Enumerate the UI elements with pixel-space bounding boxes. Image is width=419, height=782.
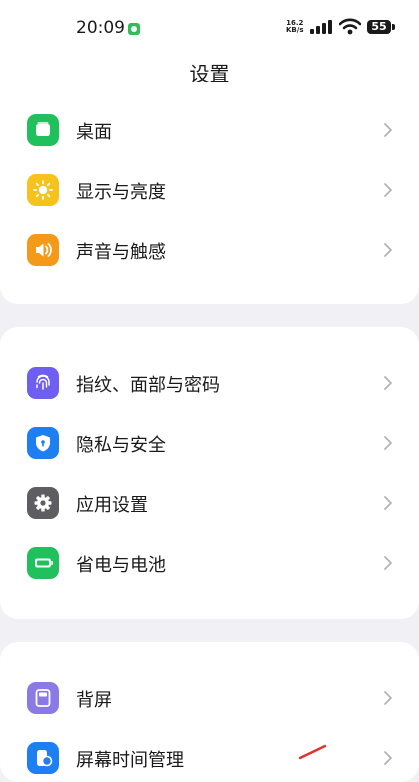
back-screen-icon: [27, 682, 59, 714]
settings-item-label: 桌面: [76, 122, 112, 143]
settings-item-display-brightness[interactable]: 显示与亮度: [0, 160, 419, 220]
desktop-icon: [27, 114, 59, 146]
screen-time-icon: [27, 742, 59, 774]
network-speed-unit: KB/s: [286, 26, 304, 34]
settings-item-app-settings[interactable]: 应用设置: [0, 473, 419, 533]
settings-item-back-screen[interactable]: 背屏: [0, 668, 419, 728]
chat-icon: [128, 23, 140, 35]
settings-item-screen-time[interactable]: 屏幕时间管理: [0, 728, 419, 782]
settings-item-label: 显示与亮度: [76, 182, 166, 203]
wifi-icon: [339, 18, 361, 35]
settings-item-label: 省电与电池: [76, 555, 166, 576]
red-annotation-arrow: [298, 744, 327, 760]
settings-item-label: 应用设置: [76, 495, 148, 516]
signal-icon: [310, 20, 332, 34]
settings-item-label: 声音与触感: [76, 242, 166, 263]
settings-item-label: 指纹、面部与密码: [76, 375, 220, 396]
chevron-right-icon: [384, 751, 392, 765]
sound-icon: [27, 234, 59, 266]
battery-icon: 55: [367, 20, 397, 34]
status-bar: 20:09 16.2 KB/s 55: [0, 0, 419, 56]
battery-level: 55: [367, 20, 391, 34]
settings-item-label: 屏幕时间管理: [76, 750, 184, 771]
chevron-right-icon: [384, 556, 392, 570]
settings-group-display: 桌面 显示与亮度 声音与触感: [0, 82, 419, 304]
settings-item-sound-haptics[interactable]: 声音与触感: [0, 220, 419, 280]
privacy-shield-icon: [27, 427, 59, 459]
chevron-right-icon: [384, 376, 392, 390]
chevron-right-icon: [384, 123, 392, 137]
fingerprint-icon: [27, 367, 59, 399]
settings-item-label: 隐私与安全: [76, 435, 166, 456]
chevron-right-icon: [384, 183, 392, 197]
settings-item-power-battery[interactable]: 省电与电池: [0, 533, 419, 593]
settings-item-label: 背屏: [76, 690, 112, 711]
settings-item-privacy-security[interactable]: 隐私与安全: [0, 413, 419, 473]
chevron-right-icon: [384, 436, 392, 450]
brightness-icon: [27, 174, 59, 206]
network-speed: 16.2 KB/s: [286, 20, 303, 34]
gear-icon: [27, 487, 59, 519]
settings-item-fingerprint-face-password[interactable]: 指纹、面部与密码: [0, 353, 419, 413]
settings-group-security: 指纹、面部与密码 隐私与安全 应用设置 省电与电池: [0, 327, 419, 619]
settings-group-screen: 背屏 屏幕时间管理: [0, 642, 419, 782]
battery-saver-icon: [27, 547, 59, 579]
chevron-right-icon: [384, 243, 392, 257]
settings-item-desktop[interactable]: 桌面: [0, 100, 419, 160]
chevron-right-icon: [384, 691, 392, 705]
status-time: 20:09: [76, 18, 125, 38]
chevron-right-icon: [384, 496, 392, 510]
